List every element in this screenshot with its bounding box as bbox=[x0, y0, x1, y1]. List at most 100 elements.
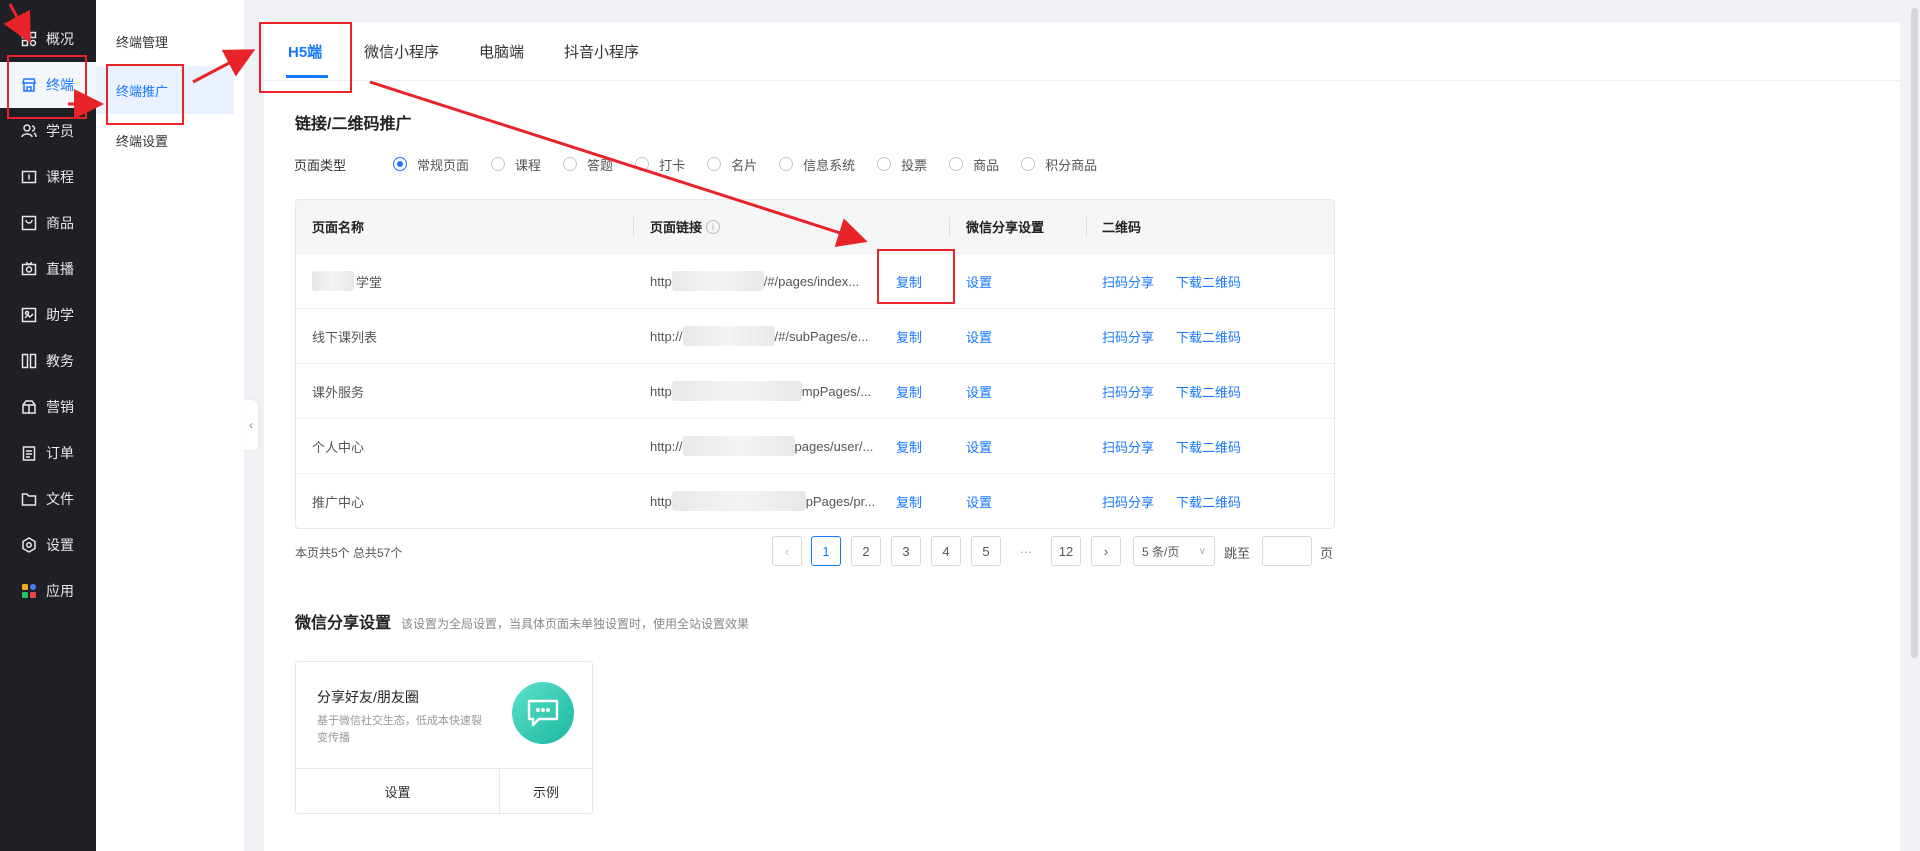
page-type-radio-points-goods[interactable]: 积分商品 bbox=[1021, 155, 1097, 174]
live-icon bbox=[20, 260, 38, 278]
page-name-cell: 推广中心 bbox=[312, 494, 365, 510]
redacted-text bbox=[671, 381, 802, 401]
pagination-ellipsis[interactable]: ··· bbox=[1011, 536, 1041, 566]
col-header-label: 页面链接 bbox=[650, 220, 703, 235]
tab-bar: H5端 微信小程序 电脑端 抖音小程序 bbox=[264, 22, 1900, 81]
download-qrcode-link[interactable]: 下载二维码 bbox=[1176, 419, 1241, 473]
sub-item-terminal-manage[interactable]: 终端管理 bbox=[96, 17, 234, 65]
table-row: 推广中心 http pPages/pr... 复制 设置 扫码分享 下载二维码 bbox=[296, 473, 1334, 528]
users-icon bbox=[20, 122, 38, 140]
download-qrcode-link[interactable]: 下载二维码 bbox=[1176, 254, 1241, 308]
scan-share-link[interactable]: 扫码分享 bbox=[1102, 254, 1154, 308]
page-button[interactable]: 5 bbox=[971, 536, 1001, 566]
share-setting-link[interactable]: 设置 bbox=[966, 254, 992, 308]
page-button[interactable]: 4 bbox=[931, 536, 961, 566]
copy-link-button[interactable]: 复制 bbox=[896, 309, 922, 363]
collapse-sidebar-button[interactable]: ‹ bbox=[244, 400, 258, 450]
page-type-label: 页面类型 bbox=[294, 157, 347, 173]
radio-circle bbox=[779, 157, 794, 171]
page-type-filter: 页面类型 常规页面 课程 答题 打卡 名片 信息系统 投票 商品 积分商品 bbox=[294, 154, 1119, 174]
nav-item-marketing[interactable]: 营销 bbox=[0, 384, 96, 430]
page-type-radio-goods[interactable]: 商品 bbox=[949, 155, 999, 174]
download-qrcode-link[interactable]: 下载二维码 bbox=[1176, 364, 1241, 418]
table-row: 个人中心 http:// pages/user/... 复制 设置 扫码分享 下载… bbox=[296, 418, 1334, 473]
sub-item-terminal-settings[interactable]: 终端设置 bbox=[96, 116, 234, 164]
scan-share-link[interactable]: 扫码分享 bbox=[1102, 364, 1154, 418]
scan-share-link[interactable]: 扫码分享 bbox=[1102, 419, 1154, 473]
nav-item-students[interactable]: 学员 bbox=[0, 108, 96, 154]
main-panel: H5端 微信小程序 电脑端 抖音小程序 链接/二维码推广 页面类型 常规页面 课… bbox=[264, 22, 1900, 851]
col-header-page-link: 页面链接 i bbox=[650, 200, 721, 253]
share-setting-link[interactable]: 设置 bbox=[966, 474, 992, 528]
scan-share-link[interactable]: 扫码分享 bbox=[1102, 474, 1154, 528]
copy-link-button[interactable]: 复制 bbox=[896, 254, 922, 308]
nav-item-files[interactable]: 文件 bbox=[0, 476, 96, 522]
tab-label: 电脑端 bbox=[479, 43, 525, 61]
copy-link-button[interactable]: 复制 bbox=[896, 474, 922, 528]
promo-table: 页面名称 页面链接 i 微信分享设置 二维码 学堂 http /#/pages/in… bbox=[295, 199, 1335, 529]
page-scrollbar[interactable] bbox=[1908, 0, 1920, 851]
page-suffix-label: 页 bbox=[1320, 546, 1334, 561]
nav-item-label: 学员 bbox=[46, 123, 74, 139]
page-type-radio-course[interactable]: 课程 bbox=[491, 155, 541, 174]
share-card-title: 分享好友/朋友圈 bbox=[317, 689, 419, 705]
nav-item-settings[interactable]: 设置 bbox=[0, 522, 96, 568]
copy-link-button[interactable]: 复制 bbox=[896, 364, 922, 418]
download-qrcode-link[interactable]: 下载二维码 bbox=[1176, 309, 1241, 363]
share-setting-link[interactable]: 设置 bbox=[966, 364, 992, 418]
page-type-radio-info-system[interactable]: 信息系统 bbox=[779, 155, 855, 174]
tab-pc[interactable]: 电脑端 bbox=[479, 22, 524, 80]
nav-item-label: 设置 bbox=[46, 537, 74, 553]
share-setting-button[interactable]: 设置 bbox=[296, 769, 500, 814]
download-qrcode-link[interactable]: 下载二维码 bbox=[1176, 474, 1241, 528]
page-button[interactable]: 1 bbox=[811, 536, 841, 566]
link-start: http:// bbox=[650, 438, 683, 454]
nav-item-order[interactable]: 订单 bbox=[0, 430, 96, 476]
page-type-radio-quiz[interactable]: 答题 bbox=[563, 155, 613, 174]
scrollbar-thumb[interactable] bbox=[1911, 8, 1918, 658]
nav-item-assist[interactable]: 助学 bbox=[0, 292, 96, 338]
table-row: 课外服务 http mpPages/... 复制 设置 扫码分享 下载二维码 bbox=[296, 363, 1334, 418]
share-setting-link[interactable]: 设置 bbox=[966, 419, 992, 473]
page-type-radio-regular[interactable]: 常规页面 bbox=[393, 155, 469, 174]
share-example-button[interactable]: 示例 bbox=[500, 769, 592, 814]
page-type-radio-vote[interactable]: 投票 bbox=[877, 155, 927, 174]
share-card: 分享好友/朋友圈 基于微信社交生态，低成本快速裂变传播 设置 示例 bbox=[295, 661, 593, 814]
tab-h5[interactable]: H5端 bbox=[288, 22, 322, 80]
copy-link-button[interactable]: 复制 bbox=[896, 419, 922, 473]
radio-circle bbox=[877, 157, 892, 171]
page-type-radio-checkin[interactable]: 打卡 bbox=[635, 155, 685, 174]
page-button[interactable]: 12 bbox=[1051, 536, 1081, 566]
page-name-cell: 个人中心 bbox=[312, 439, 365, 455]
info-icon[interactable]: i bbox=[706, 219, 721, 234]
radio-circle bbox=[1021, 157, 1036, 171]
next-page-button[interactable]: › bbox=[1091, 536, 1121, 566]
sub-item-terminal-promo[interactable]: 终端推广 bbox=[96, 66, 234, 114]
nav-item-label: 终端 bbox=[46, 77, 74, 93]
share-setting-link[interactable]: 设置 bbox=[966, 309, 992, 363]
tab-wechat-miniprogram[interactable]: 微信小程序 bbox=[364, 22, 439, 80]
marketing-icon bbox=[20, 398, 38, 416]
page-button[interactable]: 2 bbox=[851, 536, 881, 566]
nav-item-overview[interactable]: 概况 bbox=[0, 16, 96, 62]
promo-section-title: 链接/二维码推广 bbox=[295, 116, 412, 133]
nav-item-apps[interactable]: 应用 bbox=[0, 568, 96, 614]
page-button[interactable]: 3 bbox=[891, 536, 921, 566]
page-link-cell: http /#/pages/index... bbox=[650, 254, 859, 308]
tab-douyin-miniprogram[interactable]: 抖音小程序 bbox=[564, 22, 639, 80]
jump-page-input[interactable] bbox=[1262, 536, 1312, 566]
nav-item-live[interactable]: 直播 bbox=[0, 246, 96, 292]
nav-item-academic[interactable]: 教务 bbox=[0, 338, 96, 384]
radio-circle bbox=[563, 157, 578, 171]
nav-item-course[interactable]: 课程 bbox=[0, 154, 96, 200]
nav-item-label: 文件 bbox=[46, 491, 74, 507]
page-size-select[interactable]: 5 条/页 ∨ bbox=[1133, 536, 1215, 566]
link-start: http bbox=[650, 273, 672, 289]
chevron-left-icon: ‹ bbox=[784, 543, 790, 559]
nav-item-goods[interactable]: 商品 bbox=[0, 200, 96, 246]
page-type-radio-card[interactable]: 名片 bbox=[707, 155, 757, 174]
scan-share-link[interactable]: 扫码分享 bbox=[1102, 309, 1154, 363]
page-link-cell: http:// pages/user/... bbox=[650, 419, 873, 473]
prev-page-button[interactable]: ‹ bbox=[772, 536, 802, 566]
nav-item-terminal[interactable]: 终端 bbox=[0, 62, 96, 108]
